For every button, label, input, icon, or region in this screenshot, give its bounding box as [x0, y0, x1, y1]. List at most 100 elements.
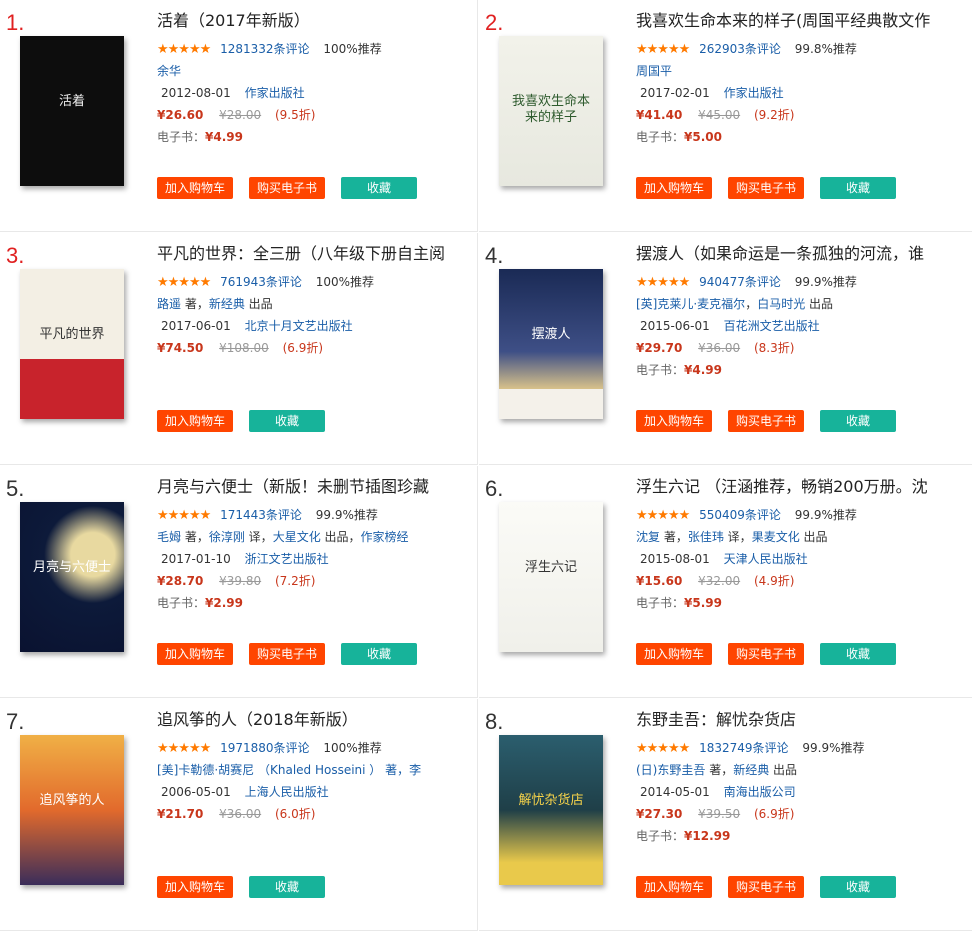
author-link[interactable]: 路遥 [157, 297, 181, 311]
author-link[interactable]: 作家榜经 [361, 530, 409, 544]
review-count-link[interactable]: 1832749条评论 [699, 741, 788, 755]
add-to-cart-button[interactable]: 加入购物车 [157, 876, 233, 898]
add-to-cart-button[interactable]: 加入购物车 [157, 177, 233, 199]
ebook-label: 电子书： [157, 130, 206, 144]
ebook-label: 电子书： [636, 363, 685, 377]
publish-date: 2017-01-10 [161, 552, 231, 566]
rating-row: ★★★★★ 761943条评论 100%推荐 [157, 271, 469, 293]
add-to-cart-button[interactable]: 加入购物车 [157, 643, 233, 665]
publisher-link[interactable]: 北京十月文艺出版社 [245, 319, 353, 333]
action-buttons: 加入购物车 购买电子书 收藏 [636, 177, 912, 199]
book-cover-image[interactable]: 浮生六记 [499, 502, 603, 652]
review-count-link[interactable]: 761943条评论 [220, 275, 302, 289]
star-rating-icon: ★★★★★ [157, 741, 211, 756]
recommend-rate: 100%推荐 [323, 741, 382, 755]
publisher-link[interactable]: 天津人民出版社 [724, 552, 808, 566]
buy-ebook-button[interactable]: 购买电子书 [249, 643, 325, 665]
book-title-link[interactable]: 追风筝的人（2018年新版） [157, 709, 469, 731]
book-cover-image[interactable]: 解忧杂货店 [499, 735, 603, 885]
author-row: 余华 [157, 60, 469, 82]
author-link[interactable]: 徐淳刚 [209, 530, 245, 544]
book-title-link[interactable]: 浮生六记 （汪涵推荐，畅销200万册。沈 [636, 476, 964, 498]
rating-row: ★★★★★ 1281332条评论 100%推荐 [157, 38, 469, 60]
publisher-link[interactable]: 百花洲文艺出版社 [724, 319, 820, 333]
book-cover-image[interactable]: 追风筝的人 [20, 735, 124, 885]
author-link[interactable]: 新经典 [209, 297, 245, 311]
book-cover-image[interactable]: 平凡的世界 [20, 269, 124, 419]
review-count-link[interactable]: 262903条评论 [699, 42, 781, 56]
book-card: 8. 解忧杂货店 东野圭吾：解忧杂货店 ★★★★★ 1832749条评论 99.… [479, 699, 972, 931]
author-link[interactable]: 张佳玮 [688, 530, 724, 544]
add-to-cart-button[interactable]: 加入购物车 [636, 410, 712, 432]
star-rating-icon: ★★★★★ [157, 508, 211, 523]
review-count-link[interactable]: 171443条评论 [220, 508, 302, 522]
book-title-link[interactable]: 我喜欢生命本来的样子(周国平经典散文作 [636, 10, 964, 32]
buy-ebook-button[interactable]: 购买电子书 [728, 177, 804, 199]
favorite-button[interactable]: 收藏 [820, 410, 896, 432]
favorite-button[interactable]: 收藏 [820, 876, 896, 898]
favorite-button[interactable]: 收藏 [341, 177, 417, 199]
ebook-price: ¥12.99 [684, 829, 731, 843]
favorite-button[interactable]: 收藏 [249, 410, 325, 432]
publisher-link[interactable]: 上海人民出版社 [245, 785, 329, 799]
rank-number: 4. [485, 243, 504, 268]
author-link[interactable]: 新经典 [733, 763, 769, 777]
book-cover-image[interactable]: 我喜欢生命本来的样子 [499, 36, 603, 186]
review-count-link[interactable]: 940477条评论 [699, 275, 781, 289]
author-link[interactable]: 大星文化 [273, 530, 321, 544]
favorite-button[interactable]: 收藏 [820, 177, 896, 199]
recommend-rate: 100%推荐 [315, 275, 375, 289]
buy-ebook-button[interactable]: 购买电子书 [249, 177, 325, 199]
ebook-price: ¥5.99 [684, 596, 722, 610]
review-count-link[interactable]: 1971880条评论 [220, 741, 309, 755]
book-card: 4. 摆渡人 摆渡人（如果命运是一条孤独的河流，谁 ★★★★★ 940477条评… [479, 233, 972, 465]
book-title-link[interactable]: 东野圭吾：解忧杂货店 [636, 709, 964, 731]
author-link[interactable]: 沈复 [636, 530, 660, 544]
author-link[interactable]: 毛姆 [157, 530, 181, 544]
author-separator: 出品 [799, 530, 828, 544]
publisher-link[interactable]: 作家出版社 [724, 86, 784, 100]
favorite-button[interactable]: 收藏 [341, 643, 417, 665]
current-price: ¥74.50 [157, 341, 204, 355]
favorite-button[interactable]: 收藏 [820, 643, 896, 665]
book-cover-image[interactable]: 摆渡人 [499, 269, 603, 419]
ebook-price-row: 电子书：¥12.99 [636, 825, 964, 847]
favorite-button[interactable]: 收藏 [249, 876, 325, 898]
publisher-link[interactable]: 南海出版公司 [724, 785, 796, 799]
add-to-cart-button[interactable]: 加入购物车 [636, 177, 712, 199]
author-row: 周国平 [636, 60, 964, 82]
add-to-cart-button[interactable]: 加入购物车 [157, 410, 233, 432]
author-link[interactable]: (日)东野圭吾 [636, 763, 705, 777]
book-title-link[interactable]: 平凡的世界：全三册（八年级下册自主阅 [157, 243, 469, 265]
author-link[interactable]: [英]克莱儿·麦克福尔 [636, 297, 745, 311]
author-separator: 著， [181, 530, 209, 544]
review-count-link[interactable]: 550409条评论 [699, 508, 781, 522]
book-card: 7. 追风筝的人 追风筝的人（2018年新版） ★★★★★ 1971880条评论… [0, 699, 478, 931]
review-count-link[interactable]: 1281332条评论 [220, 42, 309, 56]
publisher-link[interactable]: 作家出版社 [245, 86, 305, 100]
author-separator: ， [745, 297, 758, 311]
buy-ebook-button[interactable]: 购买电子书 [728, 410, 804, 432]
book-title-link[interactable]: 月亮与六便士（新版！未删节插图珍藏 [157, 476, 469, 498]
author-link[interactable]: 周国平 [636, 64, 672, 78]
book-title-link[interactable]: 活着（2017年新版） [157, 10, 469, 32]
rating-row: ★★★★★ 550409条评论 99.9%推荐 [636, 504, 964, 526]
author-separator: 出品， [320, 530, 361, 544]
author-link[interactable]: 白马时光 [757, 297, 805, 311]
book-title-link[interactable]: 摆渡人（如果命运是一条孤独的河流，谁 [636, 243, 964, 265]
author-link[interactable]: 果麦文化 [752, 530, 800, 544]
book-cover-image[interactable]: 月亮与六便士 [20, 502, 124, 652]
book-cover-image[interactable]: 活着 [20, 36, 124, 186]
ebook-label: 电子书： [157, 596, 206, 610]
publisher-link[interactable]: 浙江文艺出版社 [245, 552, 329, 566]
author-link[interactable]: 余华 [157, 64, 181, 78]
current-price: ¥28.70 [157, 574, 204, 588]
buy-ebook-button[interactable]: 购买电子书 [728, 876, 804, 898]
add-to-cart-button[interactable]: 加入购物车 [636, 643, 712, 665]
buy-ebook-button[interactable]: 购买电子书 [728, 643, 804, 665]
author-link[interactable]: [美]卡勒德·胡赛尼 （Khaled Hosseini ） 著，李 [157, 763, 421, 777]
ebook-price-row: 电子书：¥2.99 [157, 592, 469, 614]
author-row: (日)东野圭吾 著，新经典 出品 [636, 759, 964, 781]
add-to-cart-button[interactable]: 加入购物车 [636, 876, 712, 898]
book-ranking-grid: 1. 活着 活着（2017年新版） ★★★★★ 1281332条评论 100%推… [0, 0, 972, 931]
